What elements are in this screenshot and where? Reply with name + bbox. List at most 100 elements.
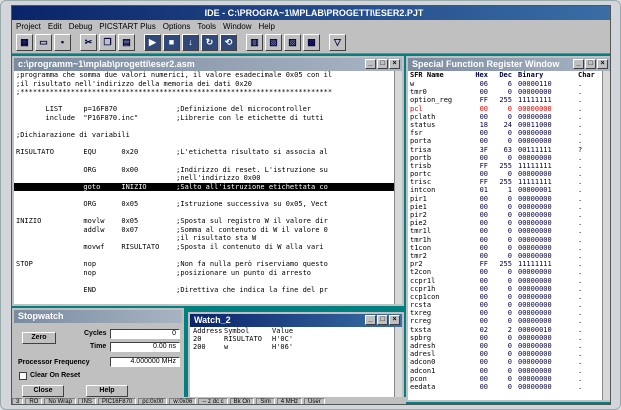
- close-icon[interactable]: ×: [389, 59, 400, 69]
- sfr-scrollbar[interactable]: [602, 71, 610, 400]
- code-line[interactable]: STOP nop ;Non fa nulla però riserviamo q…: [14, 260, 394, 269]
- menu-tools[interactable]: Tools: [197, 22, 216, 31]
- code-line[interactable]: ;il risultato nell'indirizzo della memor…: [14, 80, 394, 89]
- sfr-row[interactable]: pr2 FF 255 11111111.: [408, 260, 602, 268]
- save-icon[interactable]: ▪: [54, 34, 71, 51]
- code-line[interactable]: movwf RISULTATO ;Sposta il contenuto di …: [14, 243, 394, 252]
- code-line[interactable]: [14, 140, 394, 149]
- sfr-row[interactable]: pir2 00 0 00000000.: [408, 211, 602, 219]
- maximize-icon[interactable]: □: [377, 315, 388, 325]
- code-line[interactable]: ;***************************************…: [14, 88, 394, 97]
- sfr-row[interactable]: spbrg 00 0 00000000.: [408, 334, 602, 342]
- sfr-row[interactable]: pcl 00 0 00000000.: [408, 105, 602, 113]
- menu-project[interactable]: Project: [16, 22, 41, 31]
- maximize-icon[interactable]: □: [377, 59, 388, 69]
- sfr-row[interactable]: ccpr1h 00 0 00000000.: [408, 285, 602, 293]
- code-line[interactable]: addlw 0x07 ;Somma al contenuto di W il v…: [14, 226, 394, 235]
- filter-icon[interactable]: ▽: [329, 34, 346, 51]
- sfr-row[interactable]: adresl 00 0 00000000.: [408, 350, 602, 358]
- sfr-row[interactable]: intcon 01 1 00000001.: [408, 186, 602, 194]
- code-line[interactable]: LIST p=16F870 ;Definizione del microcont…: [14, 105, 394, 114]
- code-scrollbar[interactable]: [394, 71, 402, 304]
- code-line[interactable]: ;nell'indirizzo 0x00: [14, 174, 394, 183]
- clear-on-reset-checkbox[interactable]: [19, 372, 27, 380]
- sfr-row[interactable]: ccpr1l 00 0 00000000.: [408, 277, 602, 285]
- menu-window[interactable]: Window: [223, 22, 251, 31]
- sfr-row[interactable]: option_reg FF 255 11111111.: [408, 96, 602, 104]
- sfr-row[interactable]: adcon1 00 0 00000000.: [408, 367, 602, 375]
- stack-icon[interactable]: ▨: [284, 34, 301, 51]
- sfr-row[interactable]: porta 00 0 00000000.: [408, 137, 602, 145]
- minimize-icon[interactable]: _: [573, 59, 584, 69]
- step-icon[interactable]: ↓: [182, 34, 199, 51]
- cut-icon[interactable]: ✂: [80, 34, 97, 51]
- close-button[interactable]: Close: [22, 385, 64, 397]
- current-line[interactable]: goto INIZIO ;Salto all'istruzione etiche…: [14, 182, 394, 192]
- run-icon[interactable]: ▶: [144, 34, 161, 51]
- help-button[interactable]: Help: [86, 385, 128, 397]
- sfr-row[interactable]: fsr 00 0 00000000.: [408, 129, 602, 137]
- code-line[interactable]: [14, 209, 394, 218]
- code-line[interactable]: ;Dichiarazione di variabili: [14, 131, 394, 140]
- sfr-row[interactable]: pie2 00 0 00000000.: [408, 219, 602, 227]
- sfr-row[interactable]: tmr0 00 0 00000000.: [408, 88, 602, 96]
- code-line[interactable]: [14, 251, 394, 260]
- trace-icon[interactable]: ▥: [246, 34, 263, 51]
- code-line[interactable]: ORG 0x00 ;Indirizzo di reset. L'istruzio…: [14, 166, 394, 175]
- code-editor[interactable]: ;programma che somma due valori numerici…: [14, 71, 394, 304]
- sfr-row[interactable]: w 06 6 00000110.: [408, 80, 602, 88]
- code-line[interactable]: include "P16F870.inc" ;Librerie con le e…: [14, 114, 394, 123]
- sfr-row[interactable]: status 18 24 00011000.: [408, 121, 602, 129]
- menu-picstart[interactable]: PICSTART Plus: [99, 22, 155, 31]
- open-icon[interactable]: ▭: [35, 34, 52, 51]
- sfr-row[interactable]: tmr1h 00 0 00000000.: [408, 236, 602, 244]
- sfr-row[interactable]: pir1 00 0 00000000.: [408, 195, 602, 203]
- sfr-row[interactable]: pie1 00 0 00000000.: [408, 203, 602, 211]
- code-line[interactable]: ;programma che somma due valori numerici…: [14, 71, 394, 80]
- halt-icon[interactable]: ■: [163, 34, 180, 51]
- watch-row[interactable]: 20 RISULTATO H'0C': [190, 335, 396, 343]
- sfr-row[interactable]: eedata 00 0 00000000.: [408, 383, 602, 391]
- sfr-row[interactable]: ccp1con 00 0 00000000.: [408, 293, 602, 301]
- code-line[interactable]: [14, 123, 394, 132]
- sfr-row[interactable]: txsta 02 2 00000010.: [408, 326, 602, 334]
- close-icon[interactable]: ×: [389, 315, 400, 325]
- sfr-row[interactable]: portb 00 0 00000000.: [408, 154, 602, 162]
- sfr-row[interactable]: pclath 00 0 00000000.: [408, 113, 602, 121]
- minimize-icon[interactable]: _: [365, 315, 376, 325]
- watch-scrollbar[interactable]: [394, 327, 402, 400]
- menu-options[interactable]: Options: [163, 22, 191, 31]
- sfr-row[interactable]: t2con 00 0 00000000.: [408, 268, 602, 276]
- sfr-row[interactable]: txreg 00 0 00000000.: [408, 309, 602, 317]
- sfr-row[interactable]: trisc FF 255 11111111.: [408, 178, 602, 186]
- animate-icon[interactable]: ↻: [201, 34, 218, 51]
- code-line[interactable]: ;il risultato sta W: [14, 234, 394, 243]
- minimize-icon[interactable]: _: [365, 59, 376, 69]
- code-line[interactable]: END ;Direttiva che indica la fine del pr: [14, 286, 394, 295]
- sfr-row[interactable]: tmr2 00 0 00000000.: [408, 252, 602, 260]
- code-line[interactable]: [14, 277, 394, 286]
- sfr-row[interactable]: portc 00 0 00000000.: [408, 170, 602, 178]
- sfr-row[interactable]: rcsta 00 0 00000000.: [408, 301, 602, 309]
- menu-help[interactable]: Help: [258, 22, 274, 31]
- code-line[interactable]: INIZIO movlw 0x05 ;Sposta sul registro W…: [14, 217, 394, 226]
- sfr-row[interactable]: trisa 3F 63 00111111?: [408, 146, 602, 154]
- sfr-row[interactable]: rcreg 00 0 00000000.: [408, 317, 602, 325]
- code-line[interactable]: [14, 97, 394, 106]
- menu-debug[interactable]: Debug: [69, 22, 93, 31]
- copy-icon[interactable]: ❐: [99, 34, 116, 51]
- sfr-row[interactable]: t1con 00 0 00000000.: [408, 244, 602, 252]
- sfr-row[interactable]: trisb FF 255 11111111.: [408, 162, 602, 170]
- code-line[interactable]: RISULTATO EQU 0x20 ;L'etichetta risultat…: [14, 148, 394, 157]
- code-line[interactable]: nop ;posizionare un punto di arresto: [14, 269, 394, 278]
- sfr-row[interactable]: pcon 00 0 00000000.: [408, 375, 602, 383]
- close-icon[interactable]: ×: [597, 59, 608, 69]
- sfr-row[interactable]: adcon0 00 0 00000000.: [408, 358, 602, 366]
- sfr-row[interactable]: adresh 00 0 00000000.: [408, 342, 602, 350]
- zero-button[interactable]: Zero: [22, 332, 56, 344]
- watch-row[interactable]: 200 w H'06': [190, 343, 396, 351]
- code-line[interactable]: ORG 0x05 ;Istruzione successiva su 0x05,…: [14, 200, 394, 209]
- code-line[interactable]: [14, 191, 394, 200]
- config-icon[interactable]: ▩: [303, 34, 320, 51]
- menu-edit[interactable]: Edit: [48, 22, 62, 31]
